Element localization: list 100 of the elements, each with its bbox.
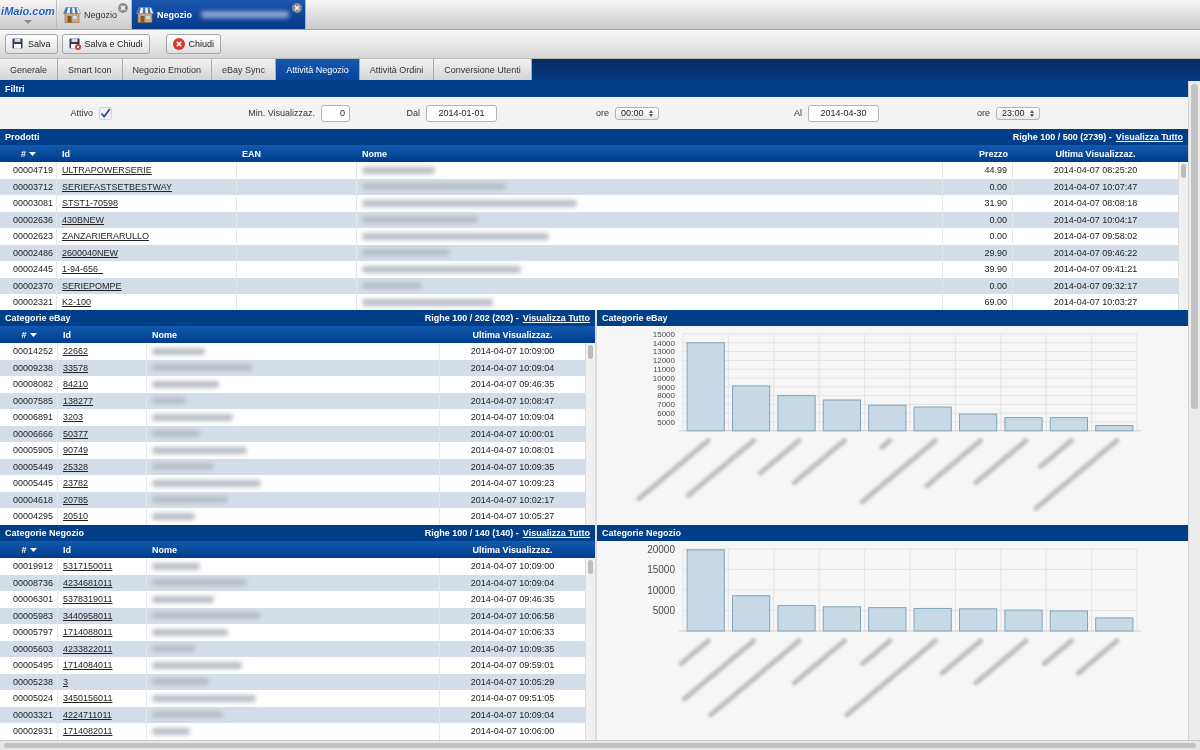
id-link[interactable]: 23782: [63, 478, 89, 489]
blurred-text: [152, 463, 214, 471]
scrollbar-thumb[interactable]: [1181, 164, 1186, 178]
scrollbar[interactable]: [1188, 81, 1200, 740]
axis-tick-label: 12000: [652, 356, 675, 366]
timestamp-cell: 2014-04-07 09:51:05: [470, 693, 555, 704]
id-link[interactable]: 22662: [63, 346, 89, 357]
chart-bar: [1049, 610, 1088, 632]
id-link[interactable]: 50377: [63, 428, 89, 439]
id-link[interactable]: 3203: [63, 412, 84, 423]
time-select[interactable]: 00:00: [615, 106, 659, 120]
id-link[interactable]: SERIEFASTSETBESTWAY: [62, 181, 173, 192]
column-header[interactable]: #: [0, 541, 58, 558]
id-link[interactable]: 430BNEW: [62, 214, 105, 225]
caret-icon[interactable]: [24, 20, 32, 24]
column-header[interactable]: Ultima Visualizzaz.: [440, 326, 585, 343]
id-link[interactable]: 90749: [63, 445, 89, 456]
time-select[interactable]: 23:00: [996, 106, 1040, 120]
save-and-close-button[interactable]: Salva e Chiudi: [61, 34, 150, 54]
document-tab[interactable]: Negozio: [132, 0, 307, 29]
row-number: 00005445: [13, 478, 54, 489]
timestamp-cell: 2014-04-07 10:04:17: [1053, 214, 1138, 225]
column-header[interactable]: Id: [58, 326, 147, 343]
column-header[interactable]: #: [0, 326, 58, 343]
tab[interactable]: Generale: [0, 59, 59, 80]
show-all-link[interactable]: Visualizza Tutto: [522, 313, 590, 323]
scrollbar[interactable]: [1178, 162, 1188, 310]
price-cell: 69.00: [984, 297, 1007, 308]
column-header[interactable]: EAN: [237, 145, 357, 162]
row-number: 00003081: [13, 198, 54, 209]
scrollbar[interactable]: [585, 558, 595, 740]
scrollbar-thumb[interactable]: [588, 560, 593, 574]
id-link[interactable]: 138277: [63, 395, 94, 406]
close-button[interactable]: Chiudi: [165, 34, 222, 54]
id-link[interactable]: 33578: [63, 362, 89, 373]
id-link[interactable]: 2600040NEW: [62, 247, 119, 258]
blurred-text: [152, 380, 219, 388]
id-link[interactable]: 25328: [63, 461, 89, 472]
blurred-text: [152, 645, 195, 653]
tab[interactable]: Negozio Emotion: [122, 59, 213, 80]
column-header[interactable]: Ultima Visualizzaz.: [1013, 145, 1178, 162]
id-link[interactable]: 4233822011: [63, 643, 113, 654]
id-link[interactable]: 3: [63, 676, 68, 687]
timestamp-cell: 2014-04-07 10:09:35: [470, 643, 555, 654]
scrollbar-thumb[interactable]: [588, 345, 593, 359]
tab[interactable]: Conversione Utenti: [434, 59, 532, 80]
chart-bar: [913, 406, 952, 432]
date-field[interactable]: 2014-04-30: [808, 104, 879, 122]
scrollbar[interactable]: [585, 343, 595, 525]
chart-bar: [732, 595, 771, 632]
id-link[interactable]: ZANZARIERARULLO: [62, 231, 150, 242]
column-header[interactable]: Prezzo: [943, 145, 1013, 162]
tab[interactable]: eBay Sync: [212, 59, 277, 80]
axis-tick-label: 5000: [652, 605, 675, 617]
id-link[interactable]: STST1-70598: [62, 198, 119, 209]
id-link[interactable]: 5378319011: [63, 594, 113, 605]
timestamp-cell: 2014-04-07 10:06:33: [470, 627, 555, 638]
scrollbar-thumb[interactable]: [1191, 84, 1198, 409]
id-link[interactable]: 1714088011: [63, 627, 113, 638]
tab[interactable]: Smart Icon: [58, 59, 123, 80]
id-link[interactable]: ULTRAPOWERSERIE: [62, 165, 152, 176]
column-header[interactable]: Nome: [147, 326, 440, 343]
column-header[interactable]: Nome: [357, 145, 943, 162]
show-all-link[interactable]: Visualizza Tutto: [522, 528, 590, 538]
column-header[interactable]: Ultima Visualizzaz.: [440, 541, 585, 558]
row-number: 00008082: [13, 379, 54, 390]
id-link[interactable]: 1-94-656_: [62, 264, 104, 275]
id-link[interactable]: 4234681011: [63, 577, 113, 588]
axis-tick-label: 15000: [647, 564, 675, 576]
id-link[interactable]: 5317150011: [63, 561, 113, 572]
column-header[interactable]: Id: [57, 145, 237, 162]
id-link[interactable]: 3450156011: [63, 693, 113, 704]
tab[interactable]: Attività Negozio: [276, 59, 360, 80]
scrollbar[interactable]: [0, 740, 1200, 750]
scrollbar-thumb[interactable]: [4, 743, 1196, 748]
id-link[interactable]: 4224711011: [63, 709, 112, 720]
id-link[interactable]: 84210: [63, 379, 89, 390]
save-button[interactable]: Salva: [5, 34, 58, 54]
tab[interactable]: Attività Ordini: [359, 59, 435, 80]
id-link[interactable]: K2-100: [62, 297, 92, 308]
id-link[interactable]: 20785: [63, 494, 89, 505]
document-tab[interactable]: Negozio: [59, 0, 133, 29]
logo[interactable]: iMaio.com: [1, 5, 55, 17]
date-field[interactable]: 2014-01-01: [426, 104, 497, 122]
id-link[interactable]: 1714082011: [63, 726, 113, 737]
blurred-text: [362, 282, 422, 290]
column-header[interactable]: Nome: [147, 541, 440, 558]
id-link[interactable]: SERIEPOMPE: [62, 280, 122, 291]
id-link[interactable]: 1714084011: [63, 660, 113, 671]
number-field[interactable]: 0: [321, 104, 350, 122]
timestamp-cell: 2014-04-07 10:08:47: [470, 395, 555, 406]
id-link[interactable]: 3440958011: [63, 610, 113, 621]
show-all-link[interactable]: Visualizza Tutto: [1115, 132, 1183, 142]
timestamp-cell: 2014-04-07 09:46:22: [1053, 247, 1138, 258]
chart-bar: [959, 413, 998, 432]
close-icon[interactable]: [292, 3, 303, 13]
id-link[interactable]: 20510: [63, 511, 89, 522]
checkbox[interactable]: [99, 106, 112, 120]
column-header[interactable]: #: [0, 145, 57, 162]
column-header[interactable]: Id: [58, 541, 147, 558]
